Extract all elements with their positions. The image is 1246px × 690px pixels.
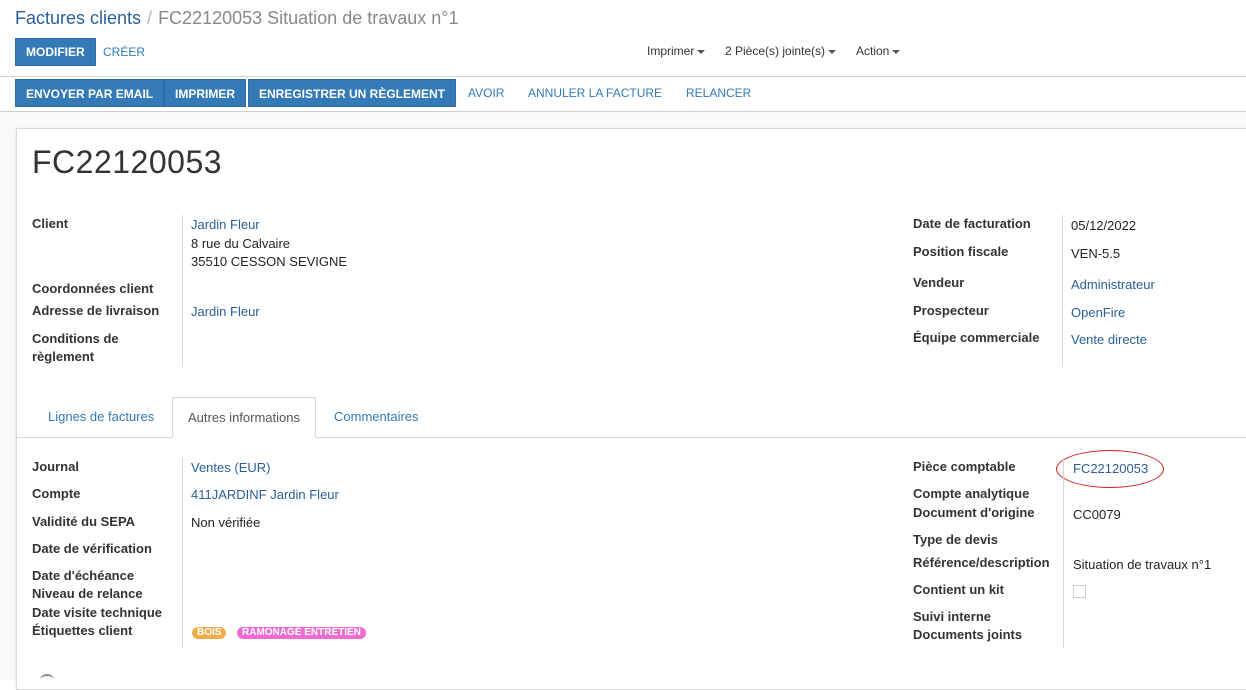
account-link[interactable]: 411JARDINF Jardin Fleur [191, 486, 339, 504]
highlight-circle [1056, 450, 1164, 488]
attachments-dropdown[interactable]: 2 Pièce(s) jointe(s) [725, 44, 837, 58]
client-label: Client [32, 216, 69, 231]
action-dropdown[interactable]: Action [856, 44, 901, 58]
caret-down-icon [697, 49, 706, 54]
client-city: 35510 CESSON SEVIGNE [191, 254, 348, 269]
sales-team-label: Équipe commerciale [913, 330, 1040, 345]
tab-other-info[interactable]: Autres informations [172, 397, 316, 438]
sepa-value: Non vérifiée [191, 515, 261, 530]
contains-kit-label: Contient un kit [913, 582, 1004, 597]
salesperson-link[interactable]: Administrateur [1071, 276, 1155, 294]
breadcrumb-current: FC22120053 Situation de travaux n°1 [158, 8, 459, 28]
partial-icon [40, 674, 54, 686]
contact-label: Coordonnées client [32, 281, 154, 296]
reference-label: Référence/description [913, 555, 1050, 570]
delivery-address-label: Adresse de livraison [32, 303, 160, 318]
contains-kit-checkbox[interactable] [1073, 585, 1086, 598]
modify-button[interactable]: MODIFIER [15, 38, 96, 66]
cancel-invoice-button[interactable]: ANNULER LA FACTURE [518, 79, 672, 107]
accounting-entry-label: Pièce comptable [913, 459, 1016, 474]
print-dropdown[interactable]: Imprimer [647, 44, 706, 58]
register-payment-button[interactable]: ENREGISTRER UN RÈGLEMENT [248, 79, 457, 107]
fiscal-position-value: VEN-5.5 [1071, 246, 1121, 261]
journal-link[interactable]: Ventes (EUR) [191, 459, 270, 477]
field-separator [182, 215, 183, 367]
verification-date-label: Date de vérification [32, 541, 152, 556]
attached-documents-label: Documents joints [913, 627, 1023, 642]
reference-value: Situation de travaux n°1 [1073, 557, 1212, 572]
breadcrumb: Factures clients / FC22120053 Situation de… [15, 8, 458, 29]
internal-followup-label: Suivi interne [913, 609, 992, 624]
prospector-label: Prospecteur [913, 303, 989, 318]
invoice-date-label: Date de facturation [913, 216, 1031, 231]
invoice-date-value: 05/12/2022 [1071, 218, 1137, 233]
origin-document-value: CC0079 [1073, 507, 1121, 522]
prospector-link[interactable]: OpenFire [1071, 304, 1125, 322]
print-dropdown-label: Imprimer [647, 44, 695, 58]
tab-comments[interactable]: Commentaires [319, 397, 434, 437]
tab-invoice-lines[interactable]: Lignes de factures [33, 397, 169, 437]
fiscal-position-label: Position fiscale [913, 244, 1009, 259]
client-tag[interactable]: BOIS [192, 627, 227, 639]
field-separator [1062, 215, 1063, 367]
send-email-button[interactable]: ENVOYER PAR EMAIL [15, 79, 165, 107]
client-tag[interactable]: RAMONAGE ENTRETIEN [237, 627, 366, 639]
account-label: Compte [32, 486, 81, 501]
analytic-account-label: Compte analytique [913, 486, 1030, 501]
create-button[interactable]: CRÉER [93, 38, 155, 66]
quote-type-label: Type de devis [913, 532, 999, 547]
caret-down-icon [828, 49, 837, 54]
payment-terms-label: Conditions de règlement [32, 331, 119, 364]
salesperson-label: Vendeur [913, 275, 965, 290]
breadcrumb-separator: / [147, 8, 153, 28]
client-tags-label: Étiquettes client [32, 623, 133, 638]
client-street: 8 rue du Calvaire [191, 236, 290, 251]
breadcrumb-parent-link[interactable]: Factures clients [15, 8, 141, 28]
field-separator [182, 458, 183, 648]
reminder-level-label: Niveau de relance [32, 586, 143, 601]
inspection-date-label: Date visite technique [32, 605, 163, 620]
due-date-label: Date d'échéance [32, 568, 135, 583]
journal-label: Journal [32, 459, 79, 474]
credit-note-button[interactable]: AVOIR [458, 79, 514, 107]
attachments-dropdown-label: 2 Pièce(s) jointe(s) [725, 44, 826, 58]
reminder-button[interactable]: RELANCER [676, 79, 761, 107]
invoice-number-title: FC22120053 [32, 144, 223, 180]
caret-down-icon [892, 49, 901, 54]
field-separator [1063, 458, 1064, 648]
action-dropdown-label: Action [856, 44, 890, 58]
sepa-label: Validité du SEPA [32, 514, 136, 529]
origin-document-label: Document d'origine [913, 505, 1035, 520]
delivery-address-link[interactable]: Jardin Fleur [191, 303, 260, 321]
print-button[interactable]: IMPRIMER [164, 79, 246, 107]
client-link[interactable]: Jardin Fleur [191, 216, 260, 234]
sales-team-link[interactable]: Vente directe [1071, 331, 1147, 349]
